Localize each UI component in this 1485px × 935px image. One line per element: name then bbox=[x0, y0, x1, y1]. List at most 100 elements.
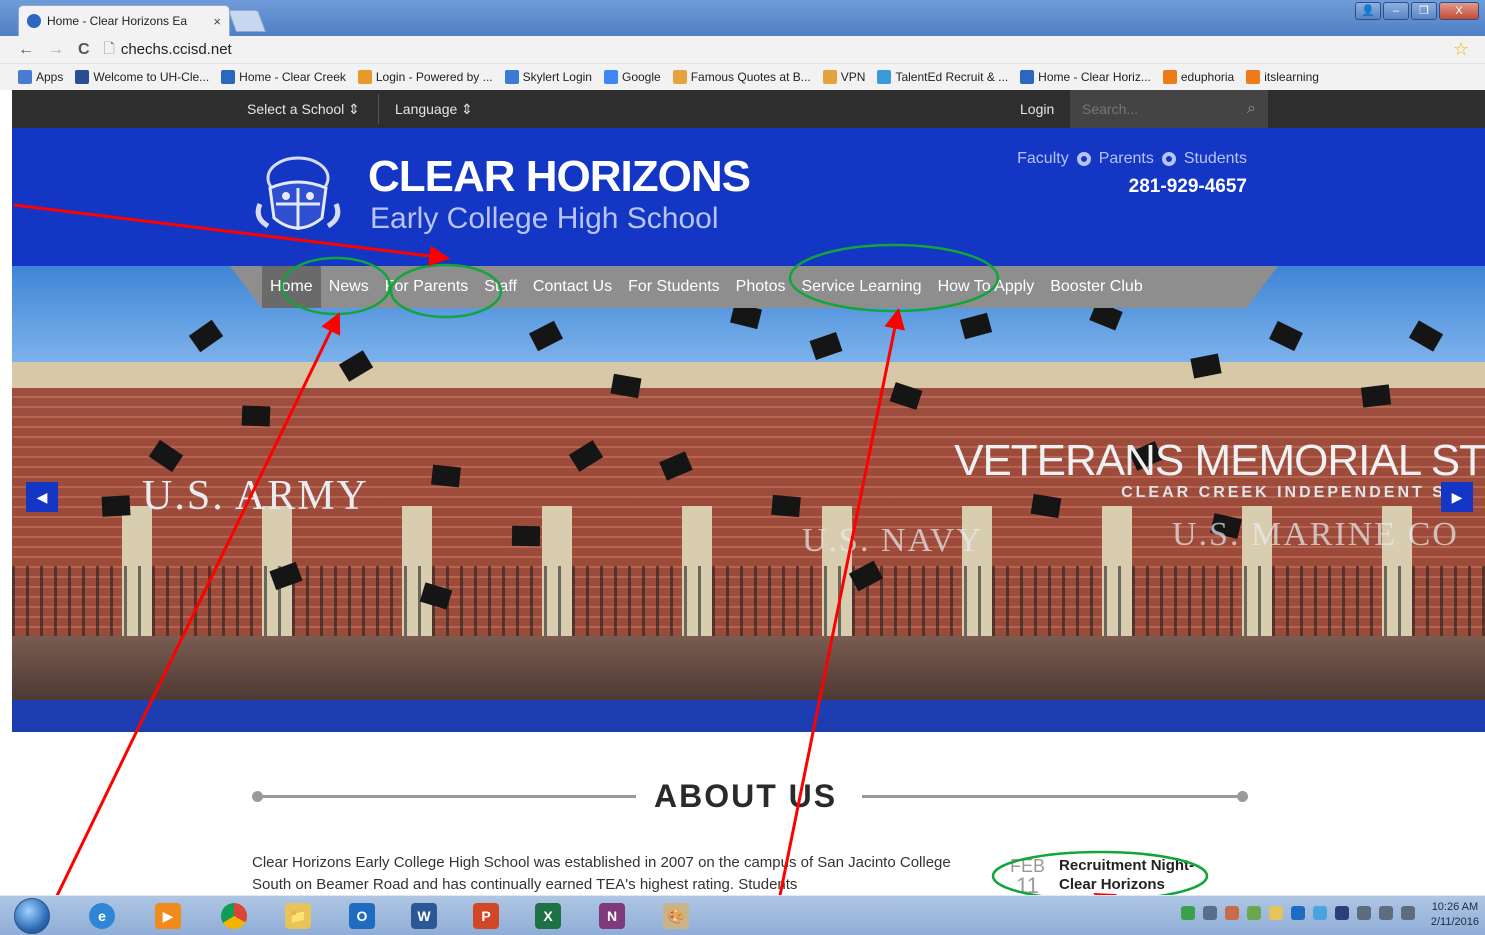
graduation-cap bbox=[1360, 384, 1392, 408]
apps-icon bbox=[18, 70, 32, 84]
bookmark-item[interactable]: itslearning bbox=[1246, 70, 1319, 84]
media-player-icon[interactable]: ▶ bbox=[146, 900, 190, 932]
clock-time: 10:26 AM bbox=[1431, 901, 1479, 913]
bookmark-item[interactable]: Home - Clear Horiz... bbox=[1020, 70, 1151, 84]
bookmark-item[interactable]: TalentEd Recruit & ... bbox=[877, 70, 1008, 84]
tray-outlook-icon[interactable] bbox=[1291, 906, 1305, 920]
search-input[interactable] bbox=[1082, 101, 1232, 117]
tray-volume-icon[interactable] bbox=[1401, 906, 1415, 920]
slider-next-button[interactable]: ▶ bbox=[1441, 482, 1473, 512]
nav-for-parents[interactable]: For Parents bbox=[377, 266, 477, 308]
graduation-cap bbox=[241, 405, 271, 427]
bookmark-item[interactable]: Famous Quotes at B... bbox=[672, 70, 811, 84]
school-crest-logo[interactable] bbox=[252, 148, 344, 240]
event-item[interactable]: FEB 11 Recruitment Night- Clear Horizons bbox=[1010, 856, 1209, 897]
system-clock[interactable]: 10:26 AM 2/11/2016 bbox=[1431, 900, 1479, 930]
language-dropdown[interactable]: Language ⇕ bbox=[395, 90, 473, 128]
parents-link[interactable]: Parents bbox=[1099, 150, 1154, 168]
select-school-dropdown[interactable]: Select a School ⇕ bbox=[247, 90, 360, 128]
browser-tab[interactable]: Home - Clear Horizons Ea × bbox=[18, 5, 230, 36]
page-icon: 🗋 bbox=[103, 39, 115, 56]
graduation-cap bbox=[771, 494, 801, 518]
hero-memorial-text: VETERANS MEMORIAL ST bbox=[954, 436, 1485, 485]
tray-onedrive-icon[interactable] bbox=[1313, 906, 1327, 920]
bookmark-item[interactable]: Google bbox=[603, 70, 661, 84]
tray-bluetooth-icon[interactable] bbox=[1335, 906, 1349, 920]
back-icon[interactable]: ← bbox=[18, 41, 34, 59]
about-rule-left bbox=[258, 795, 636, 798]
event-date: FEB 11 bbox=[1010, 856, 1045, 897]
reload-icon[interactable]: C bbox=[78, 41, 90, 59]
chrome-icon[interactable] bbox=[212, 900, 256, 932]
url-text: chechs.ccisd.net bbox=[120, 41, 232, 58]
nav-contact-us[interactable]: Contact Us bbox=[525, 266, 620, 308]
uhcl-icon bbox=[75, 70, 90, 84]
tray-power-icon[interactable] bbox=[1357, 906, 1371, 920]
powerpoint-icon[interactable]: P bbox=[464, 900, 508, 932]
bookmark-item[interactable]: Home - Clear Creek bbox=[221, 70, 346, 84]
nav-booster-club[interactable]: Booster Club bbox=[1042, 266, 1151, 308]
nav-photos[interactable]: Photos bbox=[728, 266, 794, 308]
hero-text-navy: U.S. NAVY bbox=[802, 522, 983, 559]
bookmarks-bar: Apps Welcome to UH-Cle... Home - Clear Cre… bbox=[0, 64, 1485, 90]
event-title[interactable]: Recruitment Night- Clear Horizons bbox=[1059, 856, 1209, 896]
forward-icon[interactable]: → bbox=[48, 41, 64, 59]
tray-network-icon[interactable] bbox=[1203, 906, 1217, 920]
ccisd-icon bbox=[1020, 70, 1035, 84]
tray-mail-icon[interactable] bbox=[1269, 906, 1283, 920]
nav-service-learning[interactable]: Service Learning bbox=[793, 266, 929, 308]
bookmark-label: eduphoria bbox=[1180, 70, 1235, 84]
bookmark-item[interactable]: eduphoria bbox=[1162, 70, 1235, 84]
bookmark-star-icon[interactable]: ☆ bbox=[1453, 39, 1469, 60]
url-field[interactable]: 🗋 chechs.ccisd.net bbox=[104, 38, 232, 62]
hero-ccisd-text: CLEAR CREEK INDEPENDENT SCH bbox=[1121, 484, 1475, 501]
nav-how-to-apply[interactable]: How To Apply bbox=[930, 266, 1043, 308]
outlook-icon[interactable]: O bbox=[340, 900, 384, 932]
graduation-cap bbox=[511, 525, 541, 547]
nav-for-students[interactable]: For Students bbox=[620, 266, 728, 308]
nav-news[interactable]: News bbox=[321, 266, 377, 308]
skylert-icon bbox=[504, 70, 519, 84]
clock-date: 2/11/2016 bbox=[1430, 916, 1479, 928]
file-explorer-icon[interactable]: 📁 bbox=[276, 900, 320, 932]
bookmark-item[interactable]: Login - Powered by ... bbox=[357, 70, 493, 84]
onenote-icon[interactable]: N bbox=[590, 900, 634, 932]
ie-icon[interactable]: e bbox=[80, 900, 124, 932]
bookmark-item[interactable]: Welcome to UH-Cle... bbox=[75, 70, 209, 84]
faculty-link[interactable]: Faculty bbox=[1017, 150, 1069, 168]
tray-tools-icon[interactable] bbox=[1225, 906, 1239, 920]
bookmark-item[interactable]: Skylert Login bbox=[504, 70, 592, 84]
about-rule-dot-right bbox=[1237, 791, 1248, 802]
students-link[interactable]: Students bbox=[1184, 150, 1247, 168]
tray-check-icon[interactable] bbox=[1247, 906, 1261, 920]
tab-close-button[interactable]: × bbox=[213, 14, 221, 29]
hero-lintel bbox=[12, 362, 1485, 388]
bookmark-label: Apps bbox=[36, 70, 64, 84]
hero-text-army: U.S. ARMY bbox=[142, 473, 369, 519]
nav-home[interactable]: Home bbox=[262, 266, 321, 308]
search-icon[interactable]: ⌕ bbox=[1247, 100, 1256, 118]
bookmark-label: Welcome to UH-Cle... bbox=[93, 70, 210, 84]
tray-shield-icon[interactable] bbox=[1181, 906, 1195, 920]
tray-display-icon[interactable] bbox=[1379, 906, 1393, 920]
bookmark-item[interactable]: Apps bbox=[18, 70, 63, 84]
hero-slider: U.S. ARMY U.S. NAVY U.S. MARINE CO VETER… bbox=[12, 266, 1485, 732]
bookmark-item[interactable]: VPN bbox=[822, 70, 865, 84]
excel-icon[interactable]: X bbox=[526, 900, 570, 932]
slider-prev-button[interactable]: ◀ bbox=[26, 482, 58, 512]
bookmark-label: Skylert Login bbox=[522, 70, 592, 84]
restore-button[interactable]: ❐ bbox=[1411, 2, 1437, 20]
bookmark-label: Home - Clear Horiz... bbox=[1038, 70, 1151, 84]
paint-icon[interactable]: 🎨 bbox=[654, 900, 698, 932]
new-tab-button[interactable] bbox=[227, 10, 267, 32]
start-button[interactable] bbox=[14, 898, 50, 934]
site-favicon-icon bbox=[27, 14, 41, 28]
word-icon[interactable]: W bbox=[402, 900, 446, 932]
profile-button[interactable]: 👤 bbox=[1355, 2, 1381, 20]
nav-staff[interactable]: Staff bbox=[476, 266, 525, 308]
login-link[interactable]: Login bbox=[1020, 90, 1054, 128]
google-icon bbox=[603, 70, 618, 84]
close-window-button[interactable]: X bbox=[1439, 2, 1479, 20]
bookmark-label: itslearning bbox=[1264, 70, 1319, 84]
minimize-button[interactable]: – bbox=[1383, 2, 1409, 20]
